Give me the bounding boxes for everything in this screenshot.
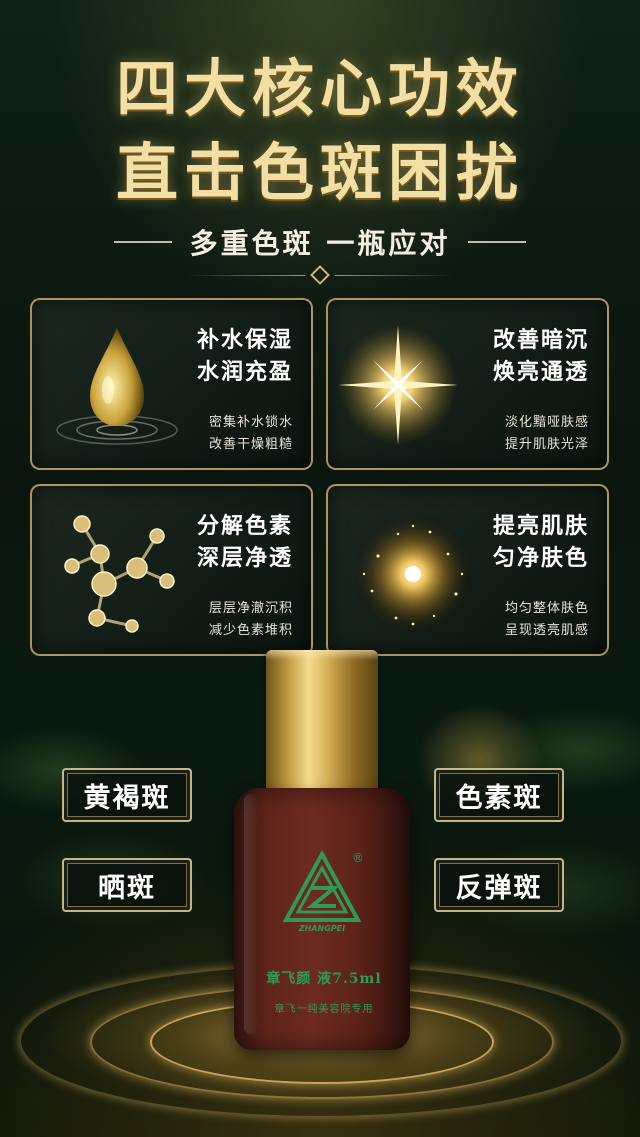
card-description: 层层净澈沉积 减少色素堆积 [208,601,293,638]
subtitle: 多重色斑 一瓶应对 [189,227,451,260]
bottle-cap [266,650,378,790]
product-bottle: ® ZHANGPEI 章飞颜 液7.5ml 章飞一纯美容院专用 [228,650,418,1050]
registered-mark: ® [352,851,362,865]
tag-rebound-spot: 反弹斑 [434,858,564,912]
card-description: 均匀整体肤色 呈现透亮肌感 [504,601,589,638]
ornament-line [335,275,455,276]
card-headline: 提亮肌肤 匀净肤色 [492,513,589,571]
brand-name-en: ZHANGPEI [298,924,346,933]
molecule-icon [64,515,175,633]
divider-line [113,241,172,243]
subtitle-row: 多重色斑 一瓶应对 [0,222,640,262]
benefit-card-pigment: 分解色素 深层净透 层层净澈沉积 减少色素堆积 [30,484,313,656]
card-description: 淡化黯哑肤感 提升肌肤光泽 [504,415,589,452]
tag-pigment-spot: 色素斑 [434,768,564,822]
brand-logo-icon: ® [282,849,362,922]
poster: 四大核心功效 直击色斑困扰 多重色斑 一瓶应对 补水保湿 水润充盈 密集补水锁水… [0,0,640,1137]
glitter-orb-icon [351,512,475,636]
sparkle-star-icon [338,325,458,445]
benefit-card-brightening: 改善暗沉 焕亮通透 淡化黯哑肤感 提升肌肤光泽 [326,298,609,470]
product-usage-note: 章飞一纯美容院专用 [274,1004,374,1015]
card-headline: 分解色素 深层净透 [196,513,293,571]
diamond-ornament-icon [310,265,330,285]
benefit-card-hydration: 补水保湿 水润充盈 密集补水锁水 改善干燥粗糙 [30,298,313,470]
bottle-body: ® ZHANGPEI 章飞颜 液7.5ml 章飞一纯美容院专用 [234,788,410,1050]
divider-line [468,241,527,243]
headline-line-1: 四大核心功效 [115,52,524,125]
product-name: 章飞颜 液7.5ml [266,971,382,987]
benefit-card-even-tone: 提亮肌肤 匀净肤色 均匀整体肤色 呈现透亮肌感 [326,484,609,656]
card-description: 密集补水锁水 改善干燥粗糙 [208,415,293,452]
tag-chloasma: 黄褐斑 [62,768,192,822]
ornament-line [185,275,305,276]
tag-sun-spot: 晒斑 [62,858,192,912]
card-headline: 补水保湿 水润充盈 [196,327,293,385]
card-headline: 改善暗沉 焕亮通透 [492,327,589,385]
water-droplet-icon [56,328,178,445]
headline-line-2: 直击色斑困扰 [115,136,524,209]
